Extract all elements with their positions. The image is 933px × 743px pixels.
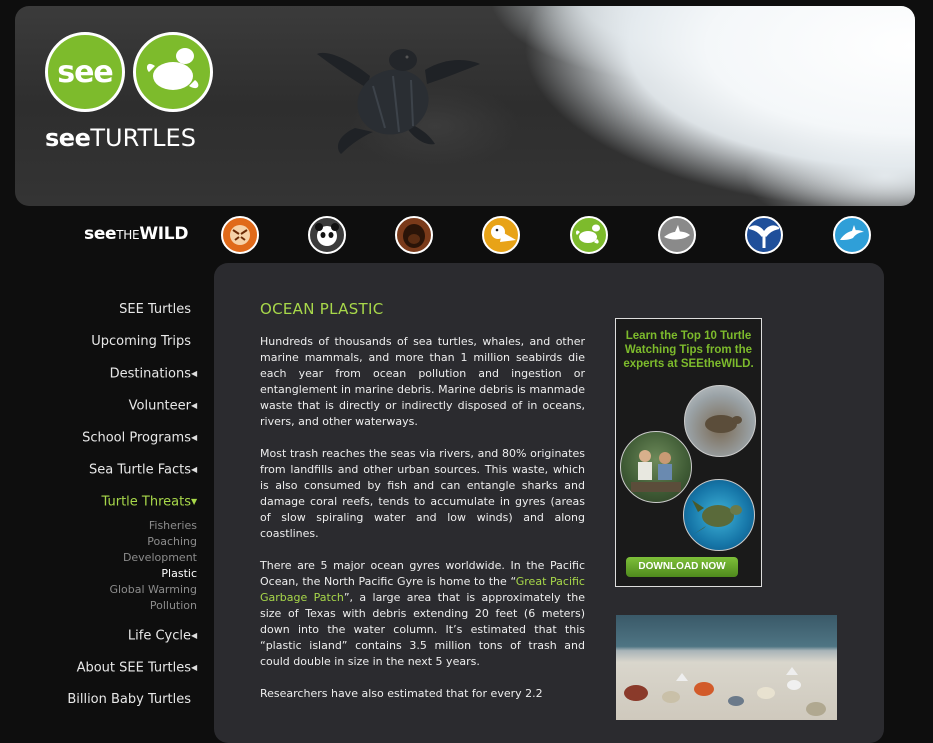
- nav-label: School Programs: [82, 430, 191, 446]
- sidebar-nav: SEE Turtles Upcoming Trips Destinations◀…: [0, 300, 199, 722]
- tiger-icon[interactable]: [221, 216, 259, 254]
- expand-arrow-icon: ◀: [191, 465, 198, 474]
- paragraph-2: Most trash reaches the seas via rivers, …: [260, 447, 585, 540]
- seeturtles-wordmark: seeTURTLES: [45, 124, 196, 152]
- nav-item-billion-baby-turtles[interactable]: Billion Baby Turtles: [0, 690, 199, 722]
- subnav-item-fisheries[interactable]: Fisheries: [0, 518, 197, 534]
- paragraph-4: Researchers have also estimated that for…: [260, 687, 543, 700]
- nav-item-destinations[interactable]: Destinations◀: [0, 364, 199, 396]
- paragraph-3: There are 5 major ocean gyres worldwide.…: [260, 558, 585, 670]
- ad-people-photo: [620, 431, 692, 503]
- subnav-item-development[interactable]: Development: [0, 550, 197, 566]
- nav-item-sea-turtle-facts[interactable]: Sea Turtle Facts◀: [0, 460, 199, 492]
- nav-item-school-programs[interactable]: School Programs◀: [0, 428, 199, 460]
- seethewild-the: THE: [116, 228, 140, 242]
- paragraph-1: Hundreds of thousands of sea turtles, wh…: [260, 335, 585, 428]
- ad-turtle-beach-photo: [684, 385, 756, 457]
- turtle-badge-icon: [133, 32, 213, 112]
- nav-label: About SEE Turtles: [76, 660, 191, 676]
- expand-arrow-icon: ◀: [191, 663, 198, 672]
- see-badge-text: see: [57, 54, 114, 90]
- turtle-threats-submenu: Fisheries Poaching Development Plastic G…: [0, 518, 199, 614]
- expand-arrow-icon: ◀: [191, 369, 198, 378]
- expand-arrow-icon: ◀: [191, 631, 198, 640]
- nav-label: Life Cycle: [127, 628, 191, 644]
- header-banner: see seeTURTLES: [15, 6, 915, 206]
- subnav-item-pollution[interactable]: Pollution: [0, 598, 197, 614]
- nav-label: Destinations: [109, 366, 191, 382]
- see-badge: see: [45, 32, 125, 112]
- wordmark-see: see: [45, 124, 91, 152]
- nav-label: Sea Turtle Facts: [88, 462, 191, 478]
- plastic-beach-photo: [616, 615, 837, 720]
- expand-arrow-icon: ◀: [191, 401, 198, 410]
- article: OCEAN PLASTIC Hundreds of thousands of s…: [260, 300, 585, 718]
- nav-label: Turtle Threats: [101, 494, 191, 510]
- nav-item-life-cycle[interactable]: Life Cycle◀: [0, 626, 199, 658]
- whale-tail-icon[interactable]: [745, 216, 783, 254]
- sea-turtle-icon[interactable]: [570, 216, 608, 254]
- turtle-tips-ad[interactable]: Learn the Top 10 Turtle Watching Tips fr…: [615, 318, 762, 587]
- dolphin-icon[interactable]: [833, 216, 871, 254]
- download-now-button[interactable]: DOWNLOAD NOW: [626, 557, 738, 577]
- wordmark-turtles: TURTLES: [90, 124, 196, 152]
- subnav-item-global-warming[interactable]: Global Warming: [0, 582, 197, 598]
- nav-item-volunteer[interactable]: Volunteer◀: [0, 396, 199, 428]
- collapse-arrow-icon: ▼: [191, 497, 198, 506]
- shark-icon[interactable]: [658, 216, 696, 254]
- nav-label: Upcoming Trips: [91, 334, 191, 349]
- nav-item-see-turtles[interactable]: SEE Turtles: [0, 300, 199, 332]
- panda-icon[interactable]: [308, 216, 346, 254]
- seethewild-wild: WILD: [139, 224, 189, 244]
- seethewild-see: see: [84, 224, 117, 244]
- gorilla-icon[interactable]: [395, 216, 433, 254]
- ad-sea-turtle-photo: [683, 479, 755, 551]
- subnav-item-poaching[interactable]: Poaching: [0, 534, 197, 550]
- nav-label: SEE Turtles: [119, 302, 191, 317]
- baby-turtle-photo: [317, 49, 480, 154]
- nav-item-upcoming-trips[interactable]: Upcoming Trips: [0, 332, 199, 364]
- pelican-icon[interactable]: [482, 216, 520, 254]
- nav-label: Billion Baby Turtles: [67, 692, 191, 707]
- expand-arrow-icon: ◀: [191, 433, 198, 442]
- nav-label: Volunteer: [128, 398, 191, 414]
- subnav-item-plastic[interactable]: Plastic: [0, 566, 197, 582]
- ad-headline: Learn the Top 10 Turtle Watching Tips fr…: [623, 330, 754, 370]
- nav-item-about[interactable]: About SEE Turtles◀: [0, 658, 199, 690]
- page-title: OCEAN PLASTIC: [260, 300, 384, 318]
- seethewild-logo[interactable]: seeTHEWILD: [84, 224, 188, 244]
